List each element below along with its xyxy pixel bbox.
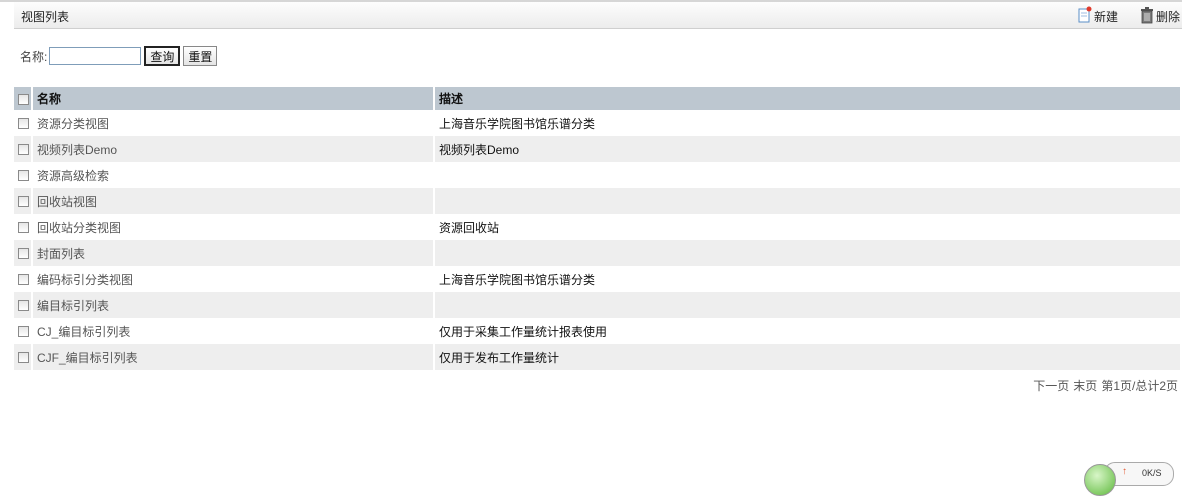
reset-button[interactable]: 重置 bbox=[183, 46, 218, 66]
new-button-label: 新建 bbox=[1094, 9, 1119, 24]
row-desc: 仅用于采集工作量统计报表使用 bbox=[434, 318, 1182, 344]
trash-icon bbox=[1140, 6, 1154, 27]
row-name[interactable]: CJ_编目标引列表 bbox=[32, 318, 435, 344]
table-row[interactable]: 回收站视图 bbox=[14, 188, 1182, 214]
upload-arrow-icon: ↑ bbox=[1122, 466, 1127, 477]
row-desc: 仅用于发布工作量统计 bbox=[434, 344, 1182, 370]
column-header-desc: 描述 bbox=[434, 87, 1182, 110]
speed-ball-icon bbox=[1084, 464, 1116, 496]
row-checkbox-cell bbox=[14, 188, 33, 214]
row-desc: 上海音乐学院图书馆乐谱分类 bbox=[434, 110, 1182, 136]
row-desc: 资源回收站 bbox=[434, 214, 1182, 240]
table-row[interactable]: 视频列表Demo 视频列表Demo bbox=[14, 136, 1182, 162]
table-row[interactable]: CJF_编目标引列表 仅用于发布工作量统计 bbox=[14, 344, 1182, 370]
row-checkbox[interactable] bbox=[18, 144, 29, 156]
row-checkbox[interactable] bbox=[18, 274, 29, 286]
table-header-row: 名称 描述 bbox=[14, 87, 1182, 110]
row-checkbox-cell bbox=[14, 214, 33, 240]
speed-value: 0K/S bbox=[1142, 468, 1162, 478]
row-checkbox[interactable] bbox=[18, 222, 29, 234]
last-page-link[interactable]: 末页 bbox=[1073, 377, 1097, 394]
row-checkbox[interactable] bbox=[18, 326, 29, 338]
delete-button[interactable]: 删除 bbox=[1140, 6, 1180, 26]
row-checkbox[interactable] bbox=[18, 170, 29, 182]
row-name[interactable]: 资源高级检索 bbox=[32, 162, 435, 188]
panel-header: 视图列表 新建 删除 bbox=[14, 2, 1182, 29]
name-label: 名称: bbox=[20, 49, 48, 64]
row-checkbox[interactable] bbox=[18, 118, 29, 130]
table-row[interactable]: 资源分类视图 上海音乐学院图书馆乐谱分类 bbox=[14, 110, 1182, 136]
row-checkbox[interactable] bbox=[18, 196, 29, 208]
row-name[interactable]: 编码标引分类视图 bbox=[32, 266, 435, 292]
select-all-checkbox[interactable] bbox=[18, 93, 29, 105]
row-checkbox[interactable] bbox=[18, 300, 29, 312]
table-row[interactable]: 编目标引列表 bbox=[14, 292, 1182, 318]
network-speed-widget[interactable]: ↑ 0K/S bbox=[1082, 460, 1174, 496]
table-row[interactable]: 资源高级检索 bbox=[14, 162, 1182, 188]
row-desc bbox=[434, 188, 1182, 214]
row-checkbox-cell bbox=[14, 266, 33, 292]
column-header-name: 名称 bbox=[32, 87, 435, 110]
row-name[interactable]: 资源分类视图 bbox=[32, 110, 435, 136]
row-desc bbox=[434, 162, 1182, 188]
new-button[interactable]: 新建 bbox=[1078, 6, 1118, 26]
search-bar: 名称: 查询 重置 bbox=[20, 45, 218, 67]
row-checkbox-cell bbox=[14, 344, 33, 370]
row-desc bbox=[434, 240, 1182, 266]
delete-button-label: 删除 bbox=[1156, 9, 1181, 24]
row-name[interactable]: 封面列表 bbox=[32, 240, 435, 266]
pagination: 下一页 末页 第1页/总计2页 bbox=[1033, 377, 1178, 394]
table-row[interactable]: 回收站分类视图 资源回收站 bbox=[14, 214, 1182, 240]
next-page-link[interactable]: 下一页 bbox=[1033, 377, 1069, 394]
row-checkbox[interactable] bbox=[18, 248, 29, 260]
row-name[interactable]: 回收站视图 bbox=[32, 188, 435, 214]
page-status: 第1页/总计2页 bbox=[1101, 379, 1178, 393]
new-document-icon bbox=[1078, 6, 1092, 27]
row-name[interactable]: 回收站分类视图 bbox=[32, 214, 435, 240]
row-desc bbox=[434, 292, 1182, 318]
view-list-table: 名称 描述 资源分类视图 上海音乐学院图书馆乐谱分类 视频列表Demo 视频列表… bbox=[14, 87, 1182, 370]
row-checkbox-cell bbox=[14, 318, 33, 344]
row-checkbox-cell bbox=[14, 110, 33, 136]
table-row[interactable]: CJ_编目标引列表 仅用于采集工作量统计报表使用 bbox=[14, 318, 1182, 344]
row-name[interactable]: CJF_编目标引列表 bbox=[32, 344, 435, 370]
row-checkbox-cell bbox=[14, 240, 33, 266]
page-title: 视图列表 bbox=[21, 10, 70, 24]
select-all-cell bbox=[14, 87, 33, 110]
row-name[interactable]: 编目标引列表 bbox=[32, 292, 435, 318]
row-checkbox-cell bbox=[14, 292, 33, 318]
row-checkbox-cell bbox=[14, 136, 33, 162]
row-desc: 视频列表Demo bbox=[434, 136, 1182, 162]
row-checkbox-cell bbox=[14, 162, 33, 188]
query-button[interactable]: 查询 bbox=[144, 46, 181, 66]
table-row[interactable]: 编码标引分类视图 上海音乐学院图书馆乐谱分类 bbox=[14, 266, 1182, 292]
row-checkbox[interactable] bbox=[18, 352, 29, 364]
row-desc: 上海音乐学院图书馆乐谱分类 bbox=[434, 266, 1182, 292]
name-search-input[interactable] bbox=[49, 47, 142, 65]
table-row[interactable]: 封面列表 bbox=[14, 240, 1182, 266]
row-name[interactable]: 视频列表Demo bbox=[32, 136, 435, 162]
